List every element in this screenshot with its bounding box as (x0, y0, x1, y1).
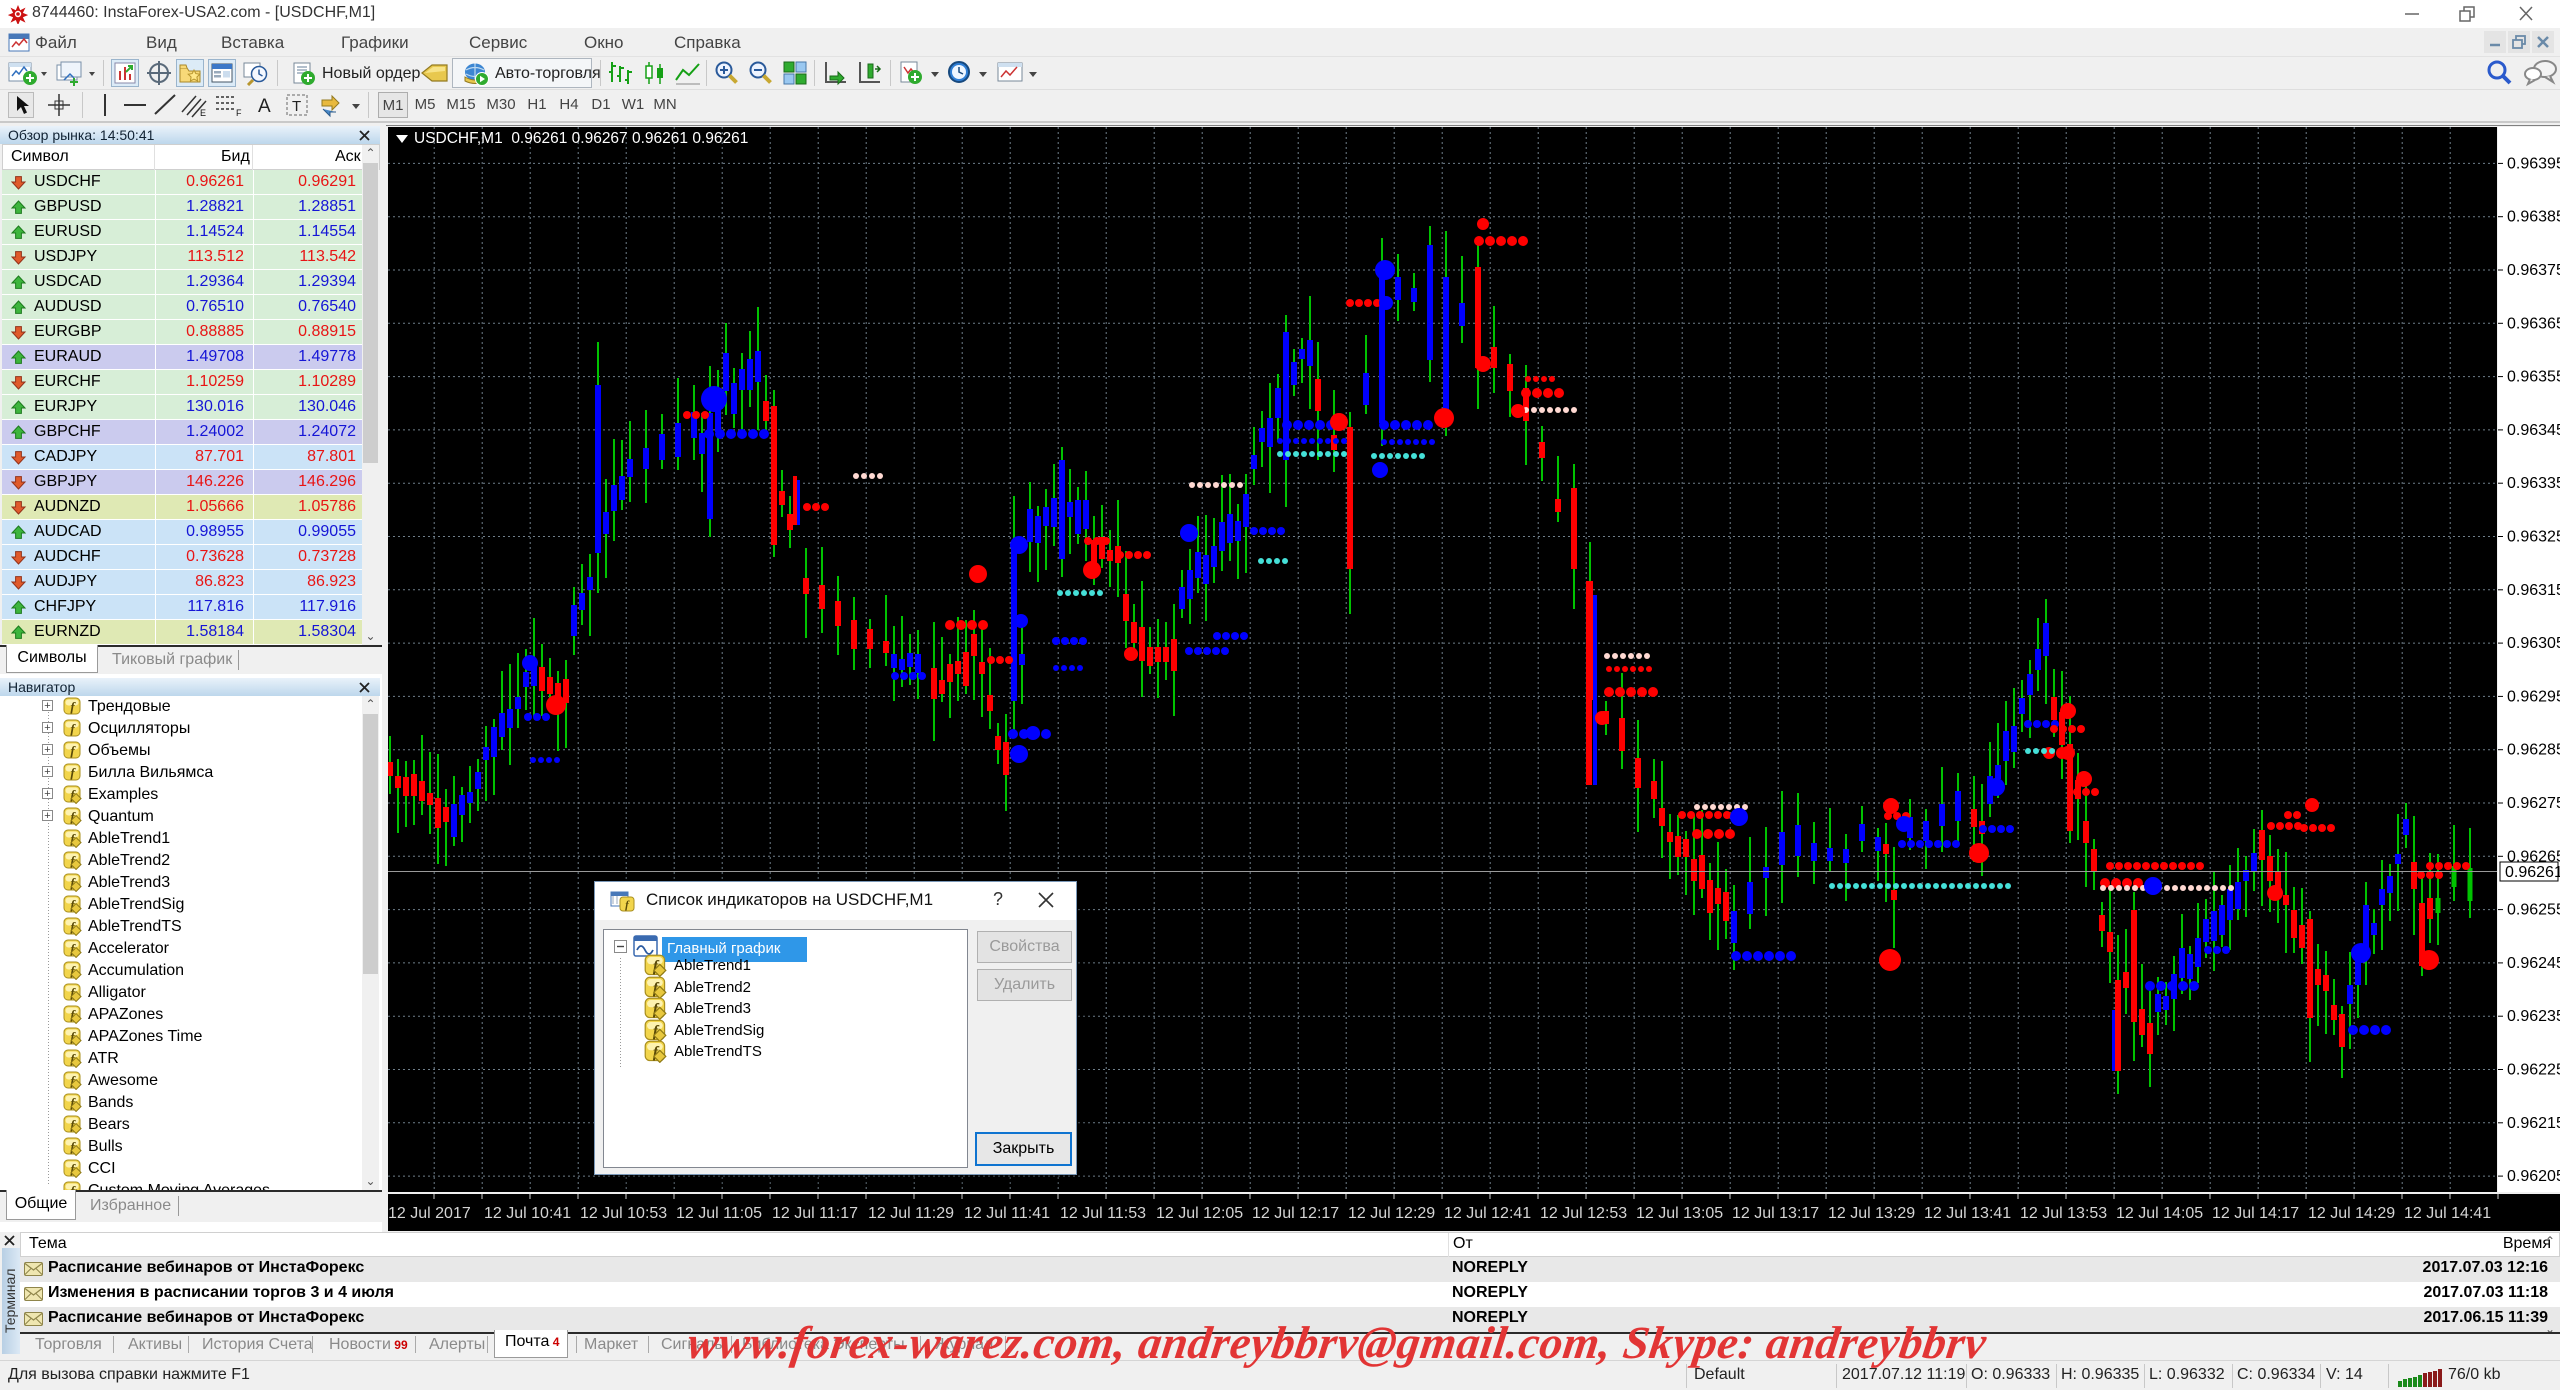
svg-text:0.96261: 0.96261 (2505, 864, 2560, 881)
svg-text:12 Jul 10:53: 12 Jul 10:53 (580, 1205, 667, 1222)
svg-text:0.96275: 0.96275 (2507, 795, 2560, 812)
svg-text:12 Jul 11:53: 12 Jul 11:53 (1060, 1205, 1146, 1222)
svg-text:0.96305: 0.96305 (2507, 635, 2560, 652)
svg-text:12 Jul 12:53: 12 Jul 12:53 (1540, 1205, 1627, 1222)
svg-text:12 Jul 11:17: 12 Jul 11:17 (772, 1205, 858, 1222)
svg-text:0.96245: 0.96245 (2507, 955, 2560, 972)
svg-text:0.96205: 0.96205 (2507, 1168, 2560, 1185)
svg-text:0.96215: 0.96215 (2507, 1115, 2560, 1132)
svg-text:0.96345: 0.96345 (2507, 422, 2560, 439)
svg-text:12 Jul 10:41: 12 Jul 10:41 (484, 1205, 571, 1222)
svg-text:12 Jul 14:17: 12 Jul 14:17 (2212, 1205, 2299, 1222)
svg-text:12 Jul 13:17: 12 Jul 13:17 (1732, 1205, 1819, 1222)
svg-text:12 Jul 12:41: 12 Jul 12:41 (1444, 1205, 1531, 1222)
svg-text:USDCHF,M1 0.96261 0.96267 0.9: USDCHF,M1 0.96261 0.96267 0.96261 0.9626… (414, 130, 748, 147)
svg-text:12 Jul 14:05: 12 Jul 14:05 (2116, 1205, 2203, 1222)
svg-text:0.96225: 0.96225 (2507, 1062, 2560, 1079)
svg-text:0.96335: 0.96335 (2507, 475, 2560, 492)
svg-text:12 Jul 2017: 12 Jul 2017 (388, 1205, 471, 1222)
svg-text:12 Jul 11:41: 12 Jul 11:41 (964, 1205, 1050, 1222)
svg-text:0.96365: 0.96365 (2507, 315, 2560, 332)
svg-text:12 Jul 13:29: 12 Jul 13:29 (1828, 1205, 1915, 1222)
svg-text:12 Jul 11:05: 12 Jul 11:05 (676, 1205, 762, 1222)
svg-text:0.96375: 0.96375 (2507, 262, 2560, 279)
svg-text:0.96355: 0.96355 (2507, 369, 2560, 386)
svg-text:0.96285: 0.96285 (2507, 742, 2560, 759)
svg-text:0.96255: 0.96255 (2507, 902, 2560, 919)
svg-text:12 Jul 14:41: 12 Jul 14:41 (2404, 1205, 2491, 1222)
svg-text:12 Jul 12:05: 12 Jul 12:05 (1156, 1205, 1243, 1222)
svg-text:12 Jul 12:29: 12 Jul 12:29 (1348, 1205, 1435, 1222)
svg-text:12 Jul 11:29: 12 Jul 11:29 (868, 1205, 954, 1222)
svg-text:12 Jul 13:41: 12 Jul 13:41 (1924, 1205, 2011, 1222)
svg-text:0.96235: 0.96235 (2507, 1008, 2560, 1025)
svg-text:12 Jul 14:29: 12 Jul 14:29 (2308, 1205, 2395, 1222)
svg-text:0.96295: 0.96295 (2507, 688, 2560, 705)
svg-text:0.96315: 0.96315 (2507, 582, 2560, 599)
svg-text:12 Jul 13:05: 12 Jul 13:05 (1636, 1205, 1723, 1222)
svg-text:0.96385: 0.96385 (2507, 209, 2560, 226)
svg-text:0.96395: 0.96395 (2507, 155, 2560, 172)
svg-text:12 Jul 13:53: 12 Jul 13:53 (2020, 1205, 2107, 1222)
svg-text:0.96325: 0.96325 (2507, 529, 2560, 546)
svg-text:12 Jul 12:17: 12 Jul 12:17 (1252, 1205, 1339, 1222)
